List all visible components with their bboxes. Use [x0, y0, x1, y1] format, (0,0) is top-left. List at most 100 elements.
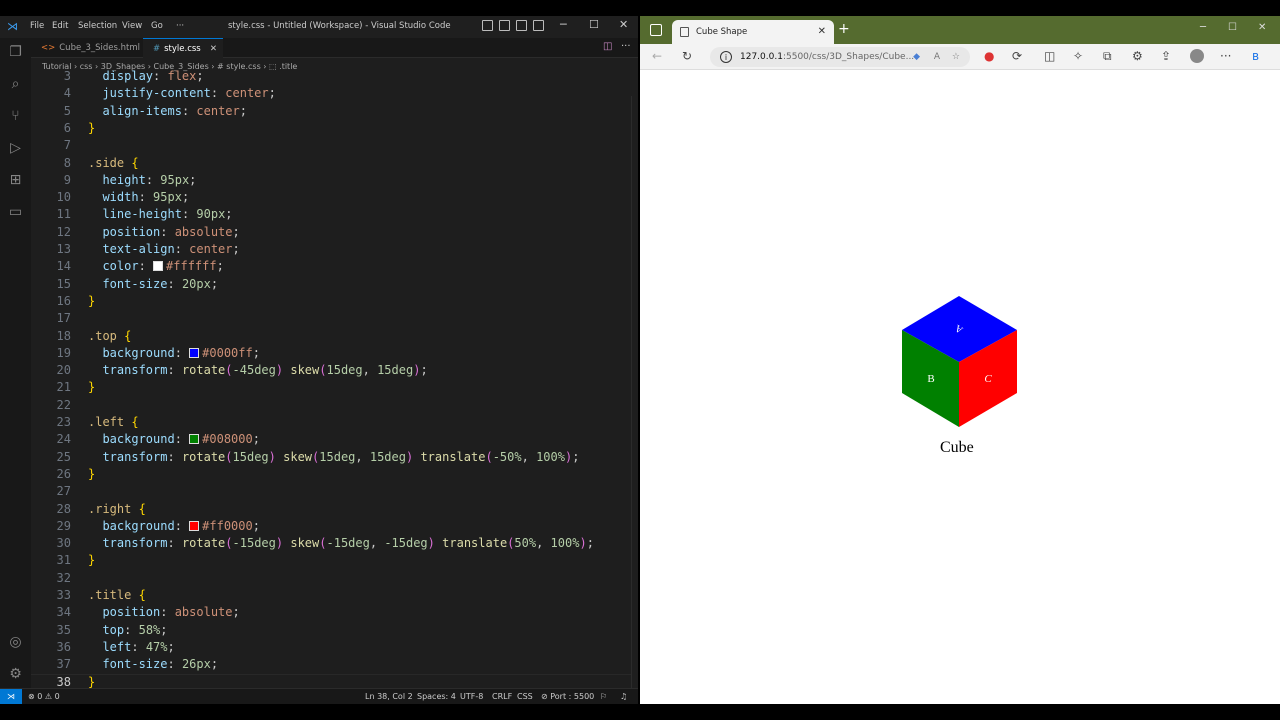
explorer-icon[interactable]: ❐	[7, 44, 24, 61]
customize-layout-icon[interactable]	[533, 20, 544, 31]
code-line[interactable]: 6}	[31, 120, 631, 137]
menu-go[interactable]: Go	[151, 21, 163, 31]
code-line[interactable]: 13 text-align: center;	[31, 241, 631, 258]
code-line[interactable]: 19 background: #0000ff;	[31, 345, 631, 362]
bing-icon[interactable]: ʙ	[1252, 49, 1259, 63]
code-line[interactable]: 18 .top {	[31, 328, 631, 345]
menu-more[interactable]: ···	[176, 21, 184, 31]
code-line[interactable]: 34 position: absolute;	[31, 604, 631, 621]
code-line[interactable]: 4 justify-content: center;	[31, 85, 631, 102]
refresh-icon[interactable]: ↻	[682, 49, 692, 63]
source-control-icon[interactable]: ⑂	[7, 108, 24, 125]
minimize-icon[interactable]: ─	[560, 18, 567, 31]
color-swatch-icon[interactable]	[189, 434, 200, 445]
remote-explorer-icon[interactable]: ▭	[7, 204, 24, 221]
code-line[interactable]: 16}	[31, 293, 631, 310]
code-line[interactable]: 5 align-items: center;	[31, 103, 631, 120]
extension-red-icon[interactable]: ●	[984, 49, 994, 63]
share-icon[interactable]: ⇪	[1161, 49, 1171, 63]
code-line[interactable]: 7	[31, 137, 631, 154]
code-line[interactable]: 29 background: #ff0000;	[31, 518, 631, 535]
address-bar[interactable]: i 127.0.0.1:5500/css/3D_Shapes/Cube... ◆…	[710, 47, 970, 67]
code-line[interactable]: 27	[31, 483, 631, 500]
notifications-icon[interactable]: ♫	[620, 689, 627, 704]
encoding[interactable]: UTF-8	[460, 689, 483, 704]
code-line[interactable]: 35 top: 58%;	[31, 622, 631, 639]
code-line[interactable]: 21}	[31, 379, 631, 396]
back-icon[interactable]: ←	[652, 49, 662, 63]
toggle-secondary-sidebar-icon[interactable]	[516, 20, 527, 31]
cursor-position[interactable]: Ln 38, Col 2	[365, 689, 413, 704]
code-line[interactable]: 23 .left {	[31, 414, 631, 431]
collections-icon[interactable]: ⧉	[1103, 49, 1112, 63]
maximize-icon[interactable]: ☐	[1228, 22, 1237, 33]
code-line[interactable]: 11 line-height: 90px;	[31, 206, 631, 223]
code-line[interactable]: 17	[31, 310, 631, 327]
live-server-port[interactable]: ⊘ Port : 5500	[541, 689, 594, 704]
favorites-bar-icon[interactable]: ✧	[1073, 49, 1083, 63]
color-swatch-icon[interactable]	[189, 347, 200, 358]
browser-tab[interactable]: Cube Shape ✕	[672, 20, 834, 44]
editor-scrollbar[interactable]	[631, 96, 638, 694]
settings-menu-icon[interactable]: ···	[1220, 49, 1231, 63]
close-window-icon[interactable]: ✕	[1258, 22, 1266, 33]
favorite-icon[interactable]: ☆	[952, 47, 960, 67]
code-line[interactable]: 24 background: #008000;	[31, 431, 631, 448]
language-mode[interactable]: CSS	[517, 689, 533, 704]
new-tab-icon[interactable]: +	[838, 21, 850, 37]
indentation[interactable]: Spaces: 4	[417, 689, 456, 704]
close-tab-icon[interactable]: ✕	[210, 39, 217, 59]
menu-edit[interactable]: Edit	[52, 21, 68, 31]
color-swatch-icon[interactable]	[153, 261, 164, 272]
code-line[interactable]: 25 transform: rotate(15deg) skew(15deg, …	[31, 449, 631, 466]
problems-indicator[interactable]: ⊗ 0 ⚠ 0	[28, 689, 60, 704]
code-line[interactable]: 37 font-size: 26px;	[31, 656, 631, 673]
line-ending[interactable]: CRLF	[492, 689, 512, 704]
minimize-icon[interactable]: ─	[1200, 22, 1206, 33]
code-line[interactable]: 33 .title {	[31, 587, 631, 604]
tag-icon[interactable]: ◆	[913, 47, 920, 67]
code-editor[interactable]: 3 display: flex; 4 justify-content: cente…	[31, 69, 631, 694]
extensions-icon[interactable]: ⚙	[1132, 49, 1143, 63]
code-line[interactable]: 10 width: 95px;	[31, 189, 631, 206]
code-line[interactable]: 12 position: absolute;	[31, 224, 631, 241]
menu-view[interactable]: View	[122, 21, 142, 31]
code-line[interactable]: 28 .right {	[31, 501, 631, 518]
remote-indicator-icon[interactable]: ⋊	[0, 689, 22, 704]
split-editor-icon[interactable]: ◫	[603, 41, 612, 52]
code-line[interactable]: 9 height: 95px;	[31, 172, 631, 189]
close-window-icon[interactable]: ✕	[619, 18, 628, 31]
more-actions-icon[interactable]: ···	[621, 41, 631, 52]
code-line[interactable]: 15 font-size: 20px;	[31, 276, 631, 293]
color-swatch-icon[interactable]	[189, 520, 200, 531]
code-line[interactable]: 20 transform: rotate(-45deg) skew(15deg,…	[31, 362, 631, 379]
maximize-icon[interactable]: ☐	[589, 18, 599, 31]
code-line[interactable]: 32	[31, 570, 631, 587]
extensions-icon[interactable]: ⊞	[7, 172, 24, 189]
toggle-panel-icon[interactable]	[499, 20, 510, 31]
tab-style-css[interactable]: # style.css ✕	[143, 38, 223, 58]
run-debug-icon[interactable]: ▷	[7, 140, 24, 157]
code-line[interactable]: 22	[31, 397, 631, 414]
code-line[interactable]: 36 left: 47%;	[31, 639, 631, 656]
split-screen-icon[interactable]: ◫	[1044, 49, 1055, 63]
gear-icon[interactable]: ⚙	[7, 666, 24, 683]
feedback-icon[interactable]: ⚐	[600, 689, 607, 704]
code-line[interactable]: 30 transform: rotate(-15deg) skew(-15deg…	[31, 535, 631, 552]
menu-selection[interactable]: Selection	[78, 21, 117, 31]
code-line[interactable]: 8 .side {	[31, 155, 631, 172]
site-info-icon[interactable]: i	[720, 51, 732, 63]
code-line[interactable]: 14 color: #ffffff;	[31, 258, 631, 275]
code-line[interactable]: 3 display: flex;	[31, 68, 631, 85]
close-tab-icon[interactable]: ✕	[818, 20, 826, 44]
sync-icon[interactable]: ⟳	[1012, 49, 1022, 63]
menu-file[interactable]: File	[30, 21, 44, 31]
code-line[interactable]: 26}	[31, 466, 631, 483]
read-aloud-icon[interactable]: A	[934, 47, 940, 67]
toggle-sidebar-icon[interactable]	[482, 20, 493, 31]
code-line[interactable]: 31}	[31, 552, 631, 569]
tab-cube-html[interactable]: <> Cube_3_Sides.html	[31, 38, 141, 58]
tab-actions-icon[interactable]	[650, 24, 662, 36]
account-icon[interactable]: ◎	[7, 634, 24, 651]
search-icon[interactable]: ⌕	[7, 76, 24, 93]
